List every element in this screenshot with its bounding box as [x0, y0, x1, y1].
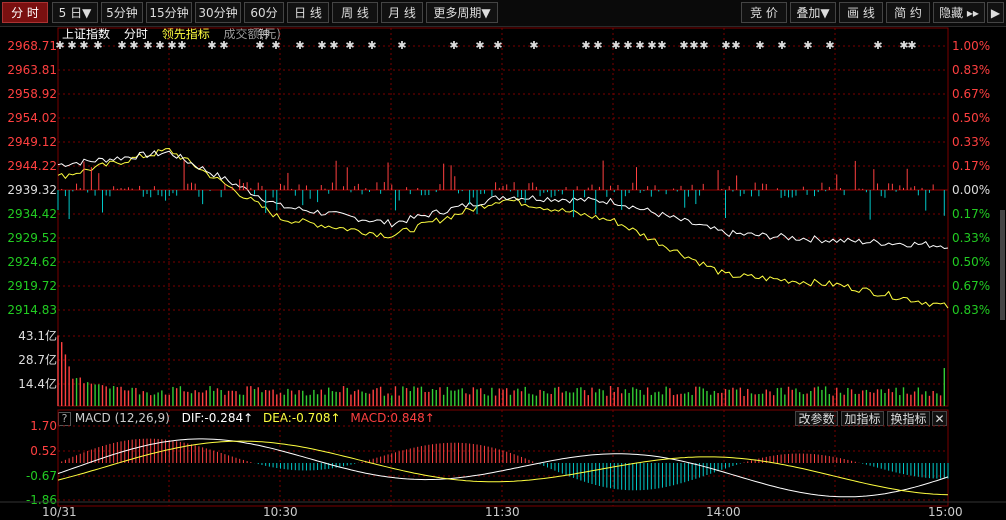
signal-star-icon: ✱	[529, 39, 538, 52]
signal-star-icon: ✱	[143, 39, 152, 52]
signal-star-icon: ✱	[367, 39, 376, 52]
signal-star-icon: ✱	[777, 39, 786, 52]
signal-star-icon: ✱	[207, 39, 216, 52]
signal-star-icon: ✱	[93, 39, 102, 52]
signal-star-icon: ✱	[177, 39, 186, 52]
signal-star-icon: ✱	[803, 39, 812, 52]
signal-star-icon: ✱	[167, 39, 176, 52]
signal-star-icon: ✱	[329, 39, 338, 52]
intraday-chart: ✱ ✱ ✱ ✱ ✱ ✱ ✱ ✱ ✱ ✱ ✱ ✱ ✱ ✱ ✱ ✱ ✱ ✱ ✱ ✱ ✱ ✱ ✱ ✱ ✱ ✱ ✱ ✱ ✱ ✱ ✱ ✱ ✱ ✱ ✱ ✱ ✱ ✱ ✱ ✱…	[0, 27, 1006, 507]
vertical-scrollbar	[1000, 210, 1005, 320]
signal-star-icon: ✱	[623, 39, 632, 52]
signal-star-icon: ✱	[219, 39, 228, 52]
signal-star-icon: ✱	[397, 39, 406, 52]
signal-star-icon: ✱	[647, 39, 656, 52]
signal-star-icon: ✱	[129, 39, 138, 52]
signal-star-icon: ✱	[79, 39, 88, 52]
signal-star-icon: ✱	[493, 39, 502, 52]
signal-star-icon: ✱	[295, 39, 304, 52]
signal-star-icon: ✱	[67, 39, 76, 52]
leading-indicator-line	[57, 147, 949, 309]
signal-star-icon: ✱	[345, 39, 354, 52]
signal-star-icon: ✱	[581, 39, 590, 52]
signal-star-icon: ✱	[699, 39, 708, 52]
signal-star-icon: ✱	[731, 39, 740, 52]
signal-star-icon: ✱	[907, 39, 916, 52]
signal-star-icon: ✱	[255, 39, 264, 52]
signal-star-icon: ✱	[475, 39, 484, 52]
signal-star-icon: ✱	[755, 39, 764, 52]
signal-star-icon: ✱	[55, 39, 64, 52]
signal-star-icon: ✱	[635, 39, 644, 52]
signal-star-icon: ✱	[825, 39, 834, 52]
price-frame	[57, 27, 949, 407]
signal-star-icon: ✱	[593, 39, 602, 52]
signal-star-icon: ✱	[271, 39, 280, 52]
signal-star-icon: ✱	[873, 39, 882, 52]
signal-star-icon: ✱	[155, 39, 164, 52]
signal-star-icon: ✱	[611, 39, 620, 52]
signal-star-icon: ✱	[689, 39, 698, 52]
signal-star-icon: ✱	[721, 39, 730, 52]
signal-star-icon: ✱	[117, 39, 126, 52]
signal-star-icon: ✱	[679, 39, 688, 52]
signal-star-icon: ✱	[657, 39, 666, 52]
signal-star-icon: ✱	[449, 39, 458, 52]
signal-star-icon: ✱	[317, 39, 326, 52]
